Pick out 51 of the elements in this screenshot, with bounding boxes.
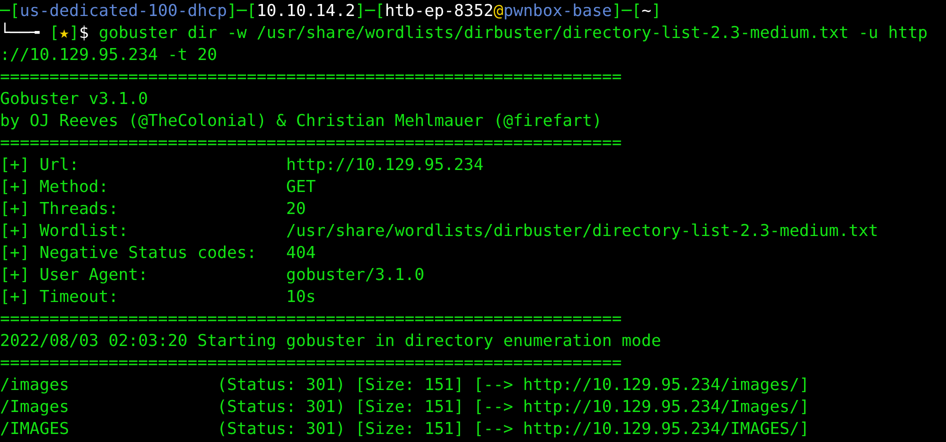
result-status: (Status: 301) bbox=[217, 418, 346, 440]
separator-line: =============================================================== bbox=[0, 352, 622, 374]
prompt-text: ]─[ bbox=[226, 0, 257, 22]
prompt-text: ]─[ bbox=[612, 0, 642, 22]
prompt-text: ★ bbox=[59, 22, 70, 44]
separator-line: =============================================================== bbox=[0, 66, 622, 88]
setting-value: 404 bbox=[286, 242, 316, 264]
result-path: /Images bbox=[0, 396, 70, 418]
command-text: gobuster dir -w /usr/share/wordlists/dirbuster/directory-list-2.3-medium.txt -u http bbox=[98, 22, 928, 44]
setting-value: 10s bbox=[286, 286, 316, 308]
setting-label: [+] Timeout: bbox=[0, 286, 120, 308]
setting-label: [+] Threads: bbox=[0, 198, 120, 220]
setting-value: gobuster/3.1.0 bbox=[286, 264, 424, 286]
setting-value: GET bbox=[286, 176, 316, 198]
prompt-text: ] bbox=[651, 0, 662, 22]
prompt-text: pwnbox-base bbox=[503, 0, 612, 22]
prompt-text: ]─[ bbox=[355, 0, 385, 22]
separator-line: =============================================================== bbox=[0, 308, 622, 330]
prompt-text: └──╼ bbox=[0, 22, 41, 44]
result-size: [Size: 151] bbox=[355, 396, 464, 418]
result-redirect: [--> http://10.129.95.234/Images/] bbox=[474, 396, 810, 418]
result-redirect: [--> http://10.129.95.234/IMAGES/] bbox=[474, 418, 810, 440]
output-line: 2022/08/03 02:03:20 Starting gobuster in directory enumeration mode bbox=[0, 330, 662, 352]
result-path: /images bbox=[0, 374, 70, 396]
prompt-text: @ bbox=[493, 0, 504, 22]
setting-label: [+] User Agent: bbox=[0, 264, 150, 286]
result-redirect: [--> http://10.129.95.234/images/] bbox=[474, 374, 810, 396]
result-status: (Status: 301) bbox=[217, 396, 346, 418]
separator-line: =============================================================== bbox=[0, 132, 622, 154]
result-status: (Status: 301) bbox=[217, 374, 346, 396]
setting-value: /usr/share/wordlists/dirbuster/directory-list-2.3-medium.txt bbox=[286, 220, 878, 242]
prompt-text: 10.10.14.2 bbox=[256, 0, 356, 22]
prompt-text: us-dedicated-100-dhcp bbox=[20, 0, 227, 22]
output-line: by OJ Reeves (@TheColonial) & Christian Mehlmauer (@firefart) bbox=[0, 110, 602, 132]
command-text: ://10.129.95.234 -t 20 bbox=[0, 44, 218, 66]
result-size: [Size: 151] bbox=[355, 418, 464, 440]
output-line: Gobuster v3.1.0 bbox=[0, 88, 148, 110]
prompt-text: ] bbox=[69, 22, 79, 44]
prompt-text: ─[ bbox=[0, 0, 20, 22]
prompt-text: [ bbox=[49, 22, 60, 44]
prompt-text: $ bbox=[78, 22, 90, 44]
setting-label: [+] Negative Status codes: bbox=[0, 242, 258, 264]
setting-value: 20 bbox=[286, 198, 306, 220]
setting-label: [+] Url: bbox=[0, 154, 80, 176]
result-size: [Size: 151] bbox=[355, 374, 464, 396]
setting-label: [+] Wordlist: bbox=[0, 220, 130, 242]
setting-value: http://10.129.95.234 bbox=[286, 154, 484, 176]
prompt-text: htb-ep-8352 bbox=[384, 0, 494, 22]
setting-label: [+] Method: bbox=[0, 176, 110, 198]
prompt-text: ~ bbox=[642, 0, 652, 22]
result-path: /IMAGES bbox=[0, 418, 70, 440]
